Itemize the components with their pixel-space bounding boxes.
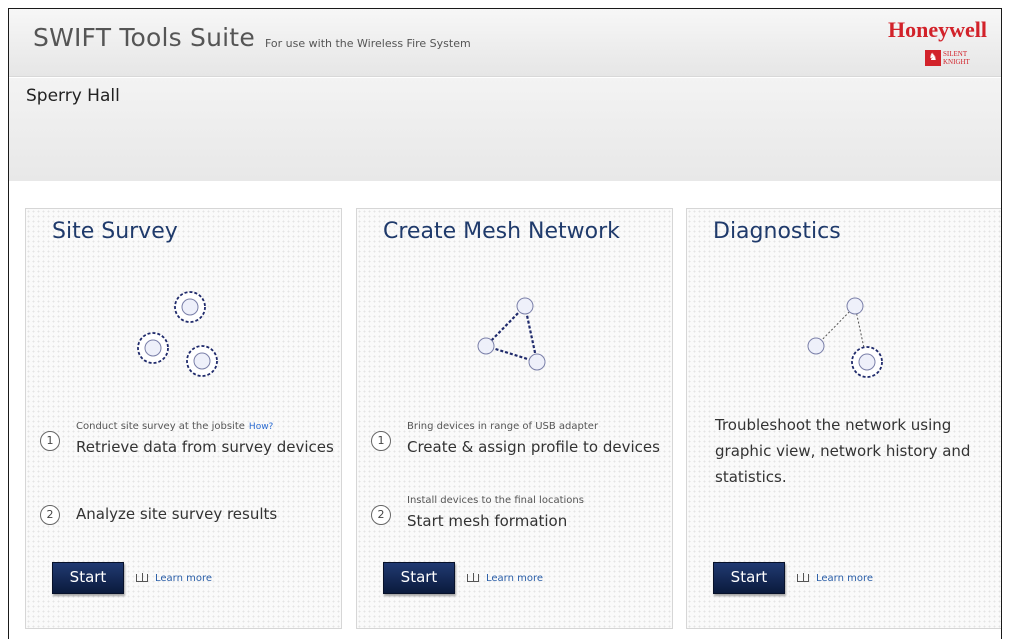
book-icon xyxy=(797,573,809,582)
start-button[interactable]: Start xyxy=(383,562,455,594)
survey-devices-diagram xyxy=(137,291,218,377)
step-hint: Install devices to the final locations xyxy=(407,495,584,506)
how-link[interactable]: How? xyxy=(249,422,273,432)
step-label: Start mesh formation xyxy=(407,512,568,530)
card-title: Diagnostics xyxy=(713,219,841,244)
site-name: Sperry Hall xyxy=(26,86,120,106)
learn-more-link[interactable]: Learn more xyxy=(797,573,873,584)
mesh-network-diagram xyxy=(477,297,546,371)
honeywell-logo: Honeywell ♞ SILENT KNIGHT xyxy=(837,17,987,71)
start-button[interactable]: Start xyxy=(52,562,124,594)
app-window: SWIFT Tools Suite For use with the Wirel… xyxy=(8,8,1002,639)
app-header: SWIFT Tools Suite For use with the Wirel… xyxy=(9,9,1001,77)
app-title: SWIFT Tools Suite xyxy=(33,23,255,52)
learn-more-link[interactable]: Learn more xyxy=(467,573,543,584)
step-label: Retrieve data from survey devices xyxy=(76,438,334,456)
site-panel: Sperry Hall xyxy=(9,78,1001,181)
knight-icon: ♞ xyxy=(925,50,941,66)
logo-subtext: SILENT KNIGHT xyxy=(943,50,970,66)
logo-brand: Honeywell xyxy=(888,17,987,42)
create-mesh-card: Create Mesh Network 1 Bring devices in r… xyxy=(356,208,673,629)
app-subtitle: For use with the Wireless Fire System xyxy=(265,37,471,50)
step-number: 2 xyxy=(371,505,391,525)
book-icon xyxy=(467,573,479,582)
step-label: Create & assign profile to devices xyxy=(407,438,660,456)
diagnostics-card: Diagnostics Troubleshoot the network usi… xyxy=(686,208,1001,629)
step-number: 1 xyxy=(40,431,60,451)
diagnostics-diagram xyxy=(807,297,883,378)
site-survey-card: Site Survey 1 Conduct site survey at the… xyxy=(25,208,342,629)
step-label: Analyze site survey results xyxy=(76,505,278,523)
step-number: 1 xyxy=(371,431,391,451)
step-hint: Conduct site survey at the jobsite How? xyxy=(76,421,274,432)
diagnostics-description: Troubleshoot the network using graphic v… xyxy=(715,416,971,486)
step-hint: Bring devices in range of USB adapter xyxy=(407,421,599,432)
start-button[interactable]: Start xyxy=(713,562,785,594)
book-icon xyxy=(136,573,148,582)
step-number: 2 xyxy=(40,505,60,525)
card-title: Site Survey xyxy=(52,219,178,244)
learn-more-link[interactable]: Learn more xyxy=(136,573,212,584)
card-title: Create Mesh Network xyxy=(383,219,620,244)
